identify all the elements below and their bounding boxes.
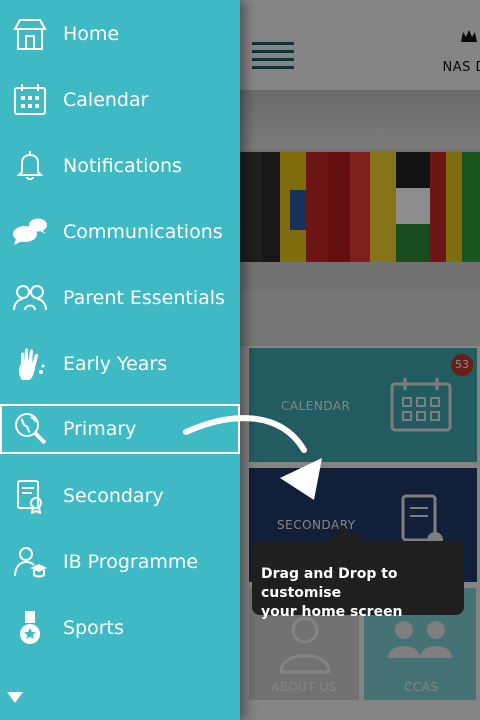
menu-item-early-years[interactable]: Early Years [0,331,240,397]
drag-drop-tooltip: Drag and Drop to customise your home scr… [252,525,464,620]
handprint-icon [12,346,48,382]
home-icon [12,16,48,52]
menu-label-parent-essentials: Parent Essentials [63,287,225,309]
menu-item-ib-programme[interactable]: IB Programme [0,529,240,595]
menu-label-secondary: Secondary [63,485,164,507]
globe-search-icon [12,411,48,447]
tooltip-text-line2: your home screen [261,604,403,620]
menu-label-notifications: Notifications [63,155,182,177]
parents-icon [12,280,48,316]
certificate-icon [12,478,48,515]
calendar-icon [12,82,48,118]
drag-arrow-icon [183,415,322,500]
menu-item-parent-essentials[interactable]: Parent Essentials [0,265,240,331]
menu-item-sports[interactable]: Sports [0,595,240,661]
menu-label-early-years: Early Years [63,353,168,375]
menu-item-communications[interactable]: Communications [0,199,240,265]
navigation-drawer: Home Calendar Notifications Communicatio… [0,0,240,720]
graduate-icon [12,544,48,580]
menu-label-ib-programme: IB Programme [63,551,199,573]
app-root: NAS D CALENDAR [0,0,480,720]
menu-item-notifications[interactable]: Notifications [0,133,240,199]
menu-item-calendar[interactable]: Calendar [0,67,240,133]
menu-label-home: Home [63,23,120,45]
menu-label-primary: Primary [63,418,137,440]
chat-icon [12,214,48,250]
menu-label-calendar: Calendar [63,89,149,111]
tooltip-text-line1: Drag and Drop to customise [261,566,398,601]
chevron-down-icon[interactable] [6,690,24,704]
menu-item-home[interactable]: Home [0,1,240,67]
menu-label-sports: Sports [63,617,124,639]
bell-icon [12,148,48,184]
menu-label-communications: Communications [63,221,223,243]
medal-icon [12,610,48,646]
